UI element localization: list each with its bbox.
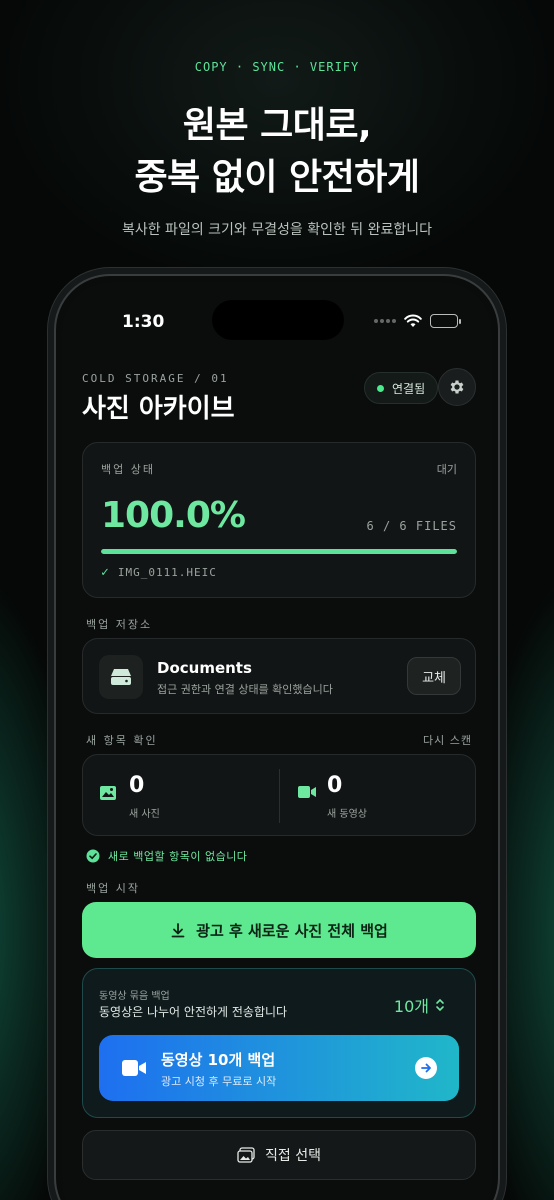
drive-icon [99,655,143,699]
no-items-text: 새로 백업할 항목이 없습니다 [108,850,248,863]
video-count-selector[interactable]: 10개 [394,993,445,1017]
storage-section-label: 백업 저장소 [86,618,153,631]
status-icons [374,314,461,328]
video-backup-title: 동영상 10개 백업 [161,1051,276,1069]
divider [279,769,280,823]
full-backup-button[interactable]: 광고 후 새로운 사진 전체 백업 [82,902,476,958]
status-dot-icon [377,384,384,392]
scan-card: 0 새 사진 0 새 동영상 [82,754,476,836]
settings-button[interactable] [438,368,476,406]
full-backup-label: 광고 후 새로운 사진 전체 백업 [196,921,388,940]
progress-bar [101,549,457,554]
phone-frame: 1:30 COLD STORAGE / 01 사진 아카이브 연결됨 백업 상태… [54,274,500,1200]
storage-description: 접근 권한과 연결 상태를 확인했습니다 [157,683,333,696]
backup-state: 대기 [436,463,457,476]
wifi-icon [404,314,422,327]
backup-status-card: 백업 상태 대기 100.0% 6 / 6 FILES ✓ IMG_0111.H… [82,442,476,598]
phone-screen: 1:30 COLD STORAGE / 01 사진 아카이브 연결됨 백업 상태… [62,282,492,1200]
gear-icon [450,380,464,394]
video-bundle-card: 동영상 묶음 백업 동영상은 나누어 안전하게 전송합니다 10개 동영상 10… [82,968,476,1118]
new-videos: 0 새 동영상 [281,755,477,837]
signal-icon [374,319,396,323]
storage-card: Documents 접근 권한과 연결 상태를 확인했습니다 교체 [82,638,476,714]
section-tag: COLD STORAGE / 01 [82,372,229,385]
rescan-link[interactable]: 다시 스캔 [423,732,472,748]
progress-percent: 100.0% [101,495,246,536]
status-time: 1:30 [122,312,165,332]
headline-line-1: 원본 그대로, [182,105,372,146]
download-icon [171,923,185,938]
new-photos-label: 새 사진 [129,809,160,820]
connection-badge[interactable]: 연결됨 [364,372,439,404]
dynamic-island [212,300,344,340]
check-icon: ✓ [101,565,110,580]
eyebrow-text: COPY · SYNC · VERIFY [194,60,360,74]
current-file: ✓ IMG_0111.HEIC [101,565,217,580]
video-backup-button[interactable]: 동영상 10개 백업 광고 시청 후 무료로 시작 [99,1035,459,1101]
manual-select-label: 직접 선택 [265,1148,321,1164]
chevron-updown-icon [436,998,444,1012]
video-camera-icon [298,786,316,798]
new-photos-count: 0 [129,773,145,798]
current-file-name: IMG_0111.HEIC [117,566,217,579]
video-bundle-description: 동영상은 나누어 안전하게 전송합니다 [99,1005,288,1019]
headline-line-2: 중복 없이 안전하게 [134,157,420,198]
new-videos-count: 0 [327,773,343,798]
progress-fill [101,549,457,554]
subline: 복사한 파일의 크기와 무결성을 확인한 뒤 완료합니다 [121,222,433,238]
verified-badge-icon [86,849,100,863]
scan-section-label: 새 항목 확인 [86,734,158,747]
connection-label: 연결됨 [392,381,426,396]
video-count-value: 10개 [393,997,429,1016]
storage-name: Documents [157,659,252,677]
video-bundle-label: 동영상 묶음 백업 [99,991,170,1002]
new-photos: 0 새 사진 [83,755,279,837]
headline: 원본 그대로, 중복 없이 안전하게 [0,100,554,204]
files-count: 6 / 6 FILES [366,519,457,533]
battery-icon [430,314,461,328]
start-section-label: 백업 시작 [86,882,140,895]
no-items-notice: 새로 백업할 항목이 없습니다 [86,848,247,864]
new-videos-label: 새 동영상 [327,809,367,820]
video-camera-icon [122,1060,146,1076]
swap-storage-button[interactable]: 교체 [407,657,461,695]
arrow-right-icon [415,1057,437,1079]
photo-icon [100,786,116,800]
video-backup-subtitle: 광고 시청 후 무료로 시작 [161,1075,277,1088]
photos-stack-icon [237,1147,255,1163]
manual-select-button[interactable]: 직접 선택 [82,1130,476,1180]
page-title: 사진 아카이브 [82,394,235,424]
backup-status-label: 백업 상태 [101,463,155,476]
